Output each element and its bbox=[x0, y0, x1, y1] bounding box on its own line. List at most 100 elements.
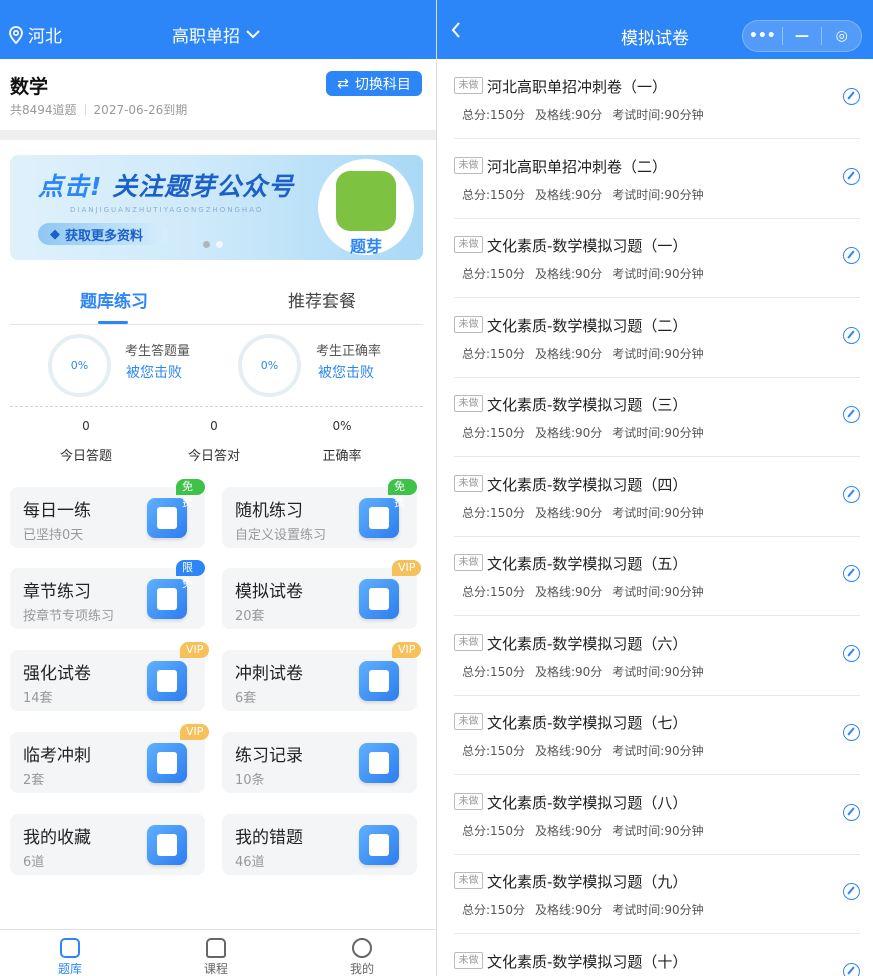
level-selector[interactable]: 高职单招 bbox=[172, 22, 260, 47]
nav-mine[interactable]: 我的 bbox=[332, 938, 392, 976]
exam-row[interactable]: 未做 文化素质-数学模拟习题（三） 总分:150分 及格线:90分 考试时间:90分钟 bbox=[454, 377, 860, 457]
edit-icon[interactable] bbox=[843, 962, 860, 976]
exam-total-score: 总分:150分 bbox=[462, 426, 525, 440]
nav-label: 课程 bbox=[203, 962, 228, 976]
exam-total-score: 总分:150分 bbox=[462, 267, 525, 281]
exam-row[interactable]: 未做 文化素质-数学模拟习题（九） 总分:150分 及格线:90分 考试时间:90分钟 bbox=[454, 854, 860, 934]
switch-subject-label: 切换科目 bbox=[354, 76, 411, 93]
exam-name: 文化素质-数学模拟习题（四） bbox=[487, 475, 688, 494]
exam-row[interactable]: 未做 河北高职单招冲刺卷（二） 总分:150分 及格线:90分 考试时间:90分钟 bbox=[454, 139, 860, 219]
status-tag: 未做 bbox=[454, 792, 483, 810]
chevron-down-icon bbox=[246, 30, 260, 39]
exam-pass-line: 及格线:90分 bbox=[534, 426, 603, 440]
exam-row[interactable]: 未做 文化素质-数学模拟习题（七） 总分:150分 及格线:90分 考试时间:90分钟 bbox=[454, 695, 860, 775]
edit-icon[interactable] bbox=[843, 803, 860, 821]
card-daily-practice[interactable]: 每日一练 已坚持0天 免费 bbox=[10, 479, 205, 548]
status-tag: 未做 bbox=[454, 554, 483, 571]
level-label: 高职单招 bbox=[172, 27, 240, 47]
location-selector[interactable]: 河北 bbox=[9, 22, 62, 47]
ring-beaten-link: 被您击败 bbox=[318, 365, 374, 381]
card-my-mistakes[interactable]: 我的错题 46道 bbox=[222, 814, 417, 875]
status-tag: 未做 bbox=[454, 951, 483, 969]
edit-icon[interactable] bbox=[843, 167, 860, 185]
carousel-dot[interactable] bbox=[203, 241, 210, 248]
card-subtitle: 46道 bbox=[235, 855, 265, 870]
edit-icon[interactable] bbox=[843, 326, 860, 344]
exam-duration: 考试时间:90分钟 bbox=[612, 187, 704, 202]
divider bbox=[84, 104, 86, 115]
edit-icon[interactable] bbox=[843, 883, 860, 900]
exam-name: 文化素质-数学模拟习题（二） bbox=[487, 316, 688, 335]
exam-duration: 考试时间:90分钟 bbox=[612, 346, 704, 361]
card-title: 随机练习 bbox=[235, 501, 303, 521]
record-icon bbox=[359, 743, 399, 783]
folder-icon bbox=[147, 579, 187, 619]
switch-subject-button[interactable]: ⇄ 切换科目 bbox=[326, 71, 422, 96]
exam-row[interactable]: 未做 文化素质-数学模拟习题（四） 总分:150分 及格线:90分 考试时间:90分钟 bbox=[454, 457, 860, 537]
status-tag: 未做 bbox=[454, 633, 483, 651]
card-practice-record[interactable]: 练习记录 10条 bbox=[222, 732, 417, 793]
edit-icon[interactable] bbox=[843, 485, 860, 503]
card-title: 我的收藏 bbox=[23, 828, 91, 848]
exam-info: 总分:150分 及格线:90分 考试时间:90分钟 bbox=[462, 106, 704, 123]
status-tag: 未做 bbox=[454, 474, 483, 492]
close-target-icon[interactable]: ◎ bbox=[822, 28, 861, 44]
more-icon[interactable]: ••• bbox=[743, 28, 782, 44]
carousel-dot[interactable] bbox=[216, 241, 223, 248]
exam-pass-line: 及格线:90分 bbox=[534, 108, 603, 122]
edit-icon[interactable] bbox=[843, 644, 860, 662]
exam-row[interactable]: 未做 文化素质-数学模拟习题（十） bbox=[454, 934, 860, 976]
exam-total-score: 总分:150分 bbox=[462, 903, 525, 917]
tab-question-bank[interactable]: 题库练习 bbox=[80, 287, 148, 312]
card-subtitle: 10条 bbox=[235, 773, 265, 788]
card-random-practice[interactable]: 随机练习 自定义设置练习 免费 bbox=[222, 479, 417, 548]
right-panel: 模拟试卷 ••• — ◎ 未做 河北高职单招冲刺卷（一） 总分:150分 及格线:90… bbox=[437, 0, 873, 976]
card-my-favorites[interactable]: 我的收藏 6道 bbox=[10, 814, 205, 875]
exam-name: 文化素质-数学模拟习题（十） bbox=[487, 952, 688, 971]
nav-courses[interactable]: 课程 bbox=[186, 938, 246, 976]
exam-pass-line: 及格线:90分 bbox=[534, 823, 603, 838]
edit-icon[interactable] bbox=[843, 88, 860, 105]
card-sprint-exam[interactable]: 冲刺试卷 6套 VIP bbox=[222, 642, 422, 711]
exam-row[interactable]: 未做 文化素质-数学模拟习题（一） 总分:150分 及格线:90分 考试时间:90分钟 bbox=[454, 218, 860, 298]
edit-icon[interactable] bbox=[843, 247, 860, 264]
card-intensive-exam[interactable]: 强化试卷 14套 VIP bbox=[10, 642, 210, 711]
subject-title: 数学 bbox=[10, 76, 49, 98]
pencil-icon bbox=[359, 579, 399, 619]
exam-pass-line: 及格线:90分 bbox=[534, 903, 603, 917]
exam-name: 文化素质-数学模拟习题（三） bbox=[487, 396, 688, 414]
card-mock-exam[interactable]: 模拟试卷 20套 VIP bbox=[222, 560, 422, 629]
tab-recommended[interactable]: 推荐套餐 bbox=[288, 287, 356, 312]
exam-name: 文化素质-数学模拟习题（六） bbox=[487, 634, 688, 653]
exam-row[interactable]: 未做 文化素质-数学模拟习题（六） 总分:150分 及格线:90分 考试时间:90分钟 bbox=[454, 616, 860, 696]
card-subtitle: 6道 bbox=[23, 855, 45, 870]
banner-title: 点击! 关注题芽公众号 bbox=[38, 172, 295, 201]
minimize-icon[interactable]: — bbox=[783, 28, 822, 44]
card-pre-exam-sprint[interactable]: 临考冲刺 2套 VIP bbox=[10, 724, 210, 793]
exam-pass-line: 及格线:90分 bbox=[534, 585, 603, 599]
exam-info: 总分:150分 及格线:90分 考试时间:90分钟 bbox=[462, 742, 704, 759]
exam-total-score: 总分:150分 bbox=[462, 187, 525, 202]
edit-icon[interactable] bbox=[843, 724, 860, 741]
status-tag: 未做 bbox=[454, 77, 483, 94]
exam-info: 总分:150分 及格线:90分 考试时间:90分钟 bbox=[462, 583, 704, 600]
exam-row[interactable]: 未做 河北高职单招冲刺卷（一） 总分:150分 及格线:90分 考试时间:90分钟 bbox=[454, 59, 860, 139]
edit-icon[interactable] bbox=[843, 406, 860, 423]
exam-row[interactable]: 未做 文化素质-数学模拟习题（二） 总分:150分 及格线:90分 考试时间:90分钟 bbox=[454, 298, 860, 378]
exam-row[interactable]: 未做 文化素质-数学模拟习题（五） 总分:150分 及格线:90分 考试时间:90分钟 bbox=[454, 536, 860, 616]
promo-banner[interactable]: 点击! 关注题芽公众号 DIANJIGUANZHUTIYAGONGZHONGHA… bbox=[10, 155, 423, 260]
nav-question-bank[interactable]: 题库 bbox=[40, 938, 100, 976]
carousel-dots[interactable] bbox=[203, 241, 223, 248]
question-count: 共8494道题 bbox=[10, 103, 77, 117]
location-pin-icon bbox=[9, 25, 23, 44]
top-header: 河北 高职单招 bbox=[0, 0, 436, 59]
tab-bar: 题库练习 推荐套餐 bbox=[10, 287, 423, 325]
exam-row[interactable]: 未做 文化素质-数学模拟习题（八） 总分:150分 及格线:90分 考试时间:90分钟 bbox=[454, 775, 860, 855]
card-subtitle: 2套 bbox=[23, 773, 45, 788]
edit-icon[interactable] bbox=[843, 565, 860, 582]
exam-info: 总分:150分 及格线:90分 考试时间:90分钟 bbox=[462, 186, 704, 203]
ring-label: 考生答题量 bbox=[125, 344, 191, 359]
status-tag: 未做 bbox=[454, 156, 483, 174]
card-chapter-practice[interactable]: 章节练习 按章节专项练习 限免 bbox=[10, 560, 205, 629]
ring-beaten-link: 被您击败 bbox=[126, 365, 182, 381]
